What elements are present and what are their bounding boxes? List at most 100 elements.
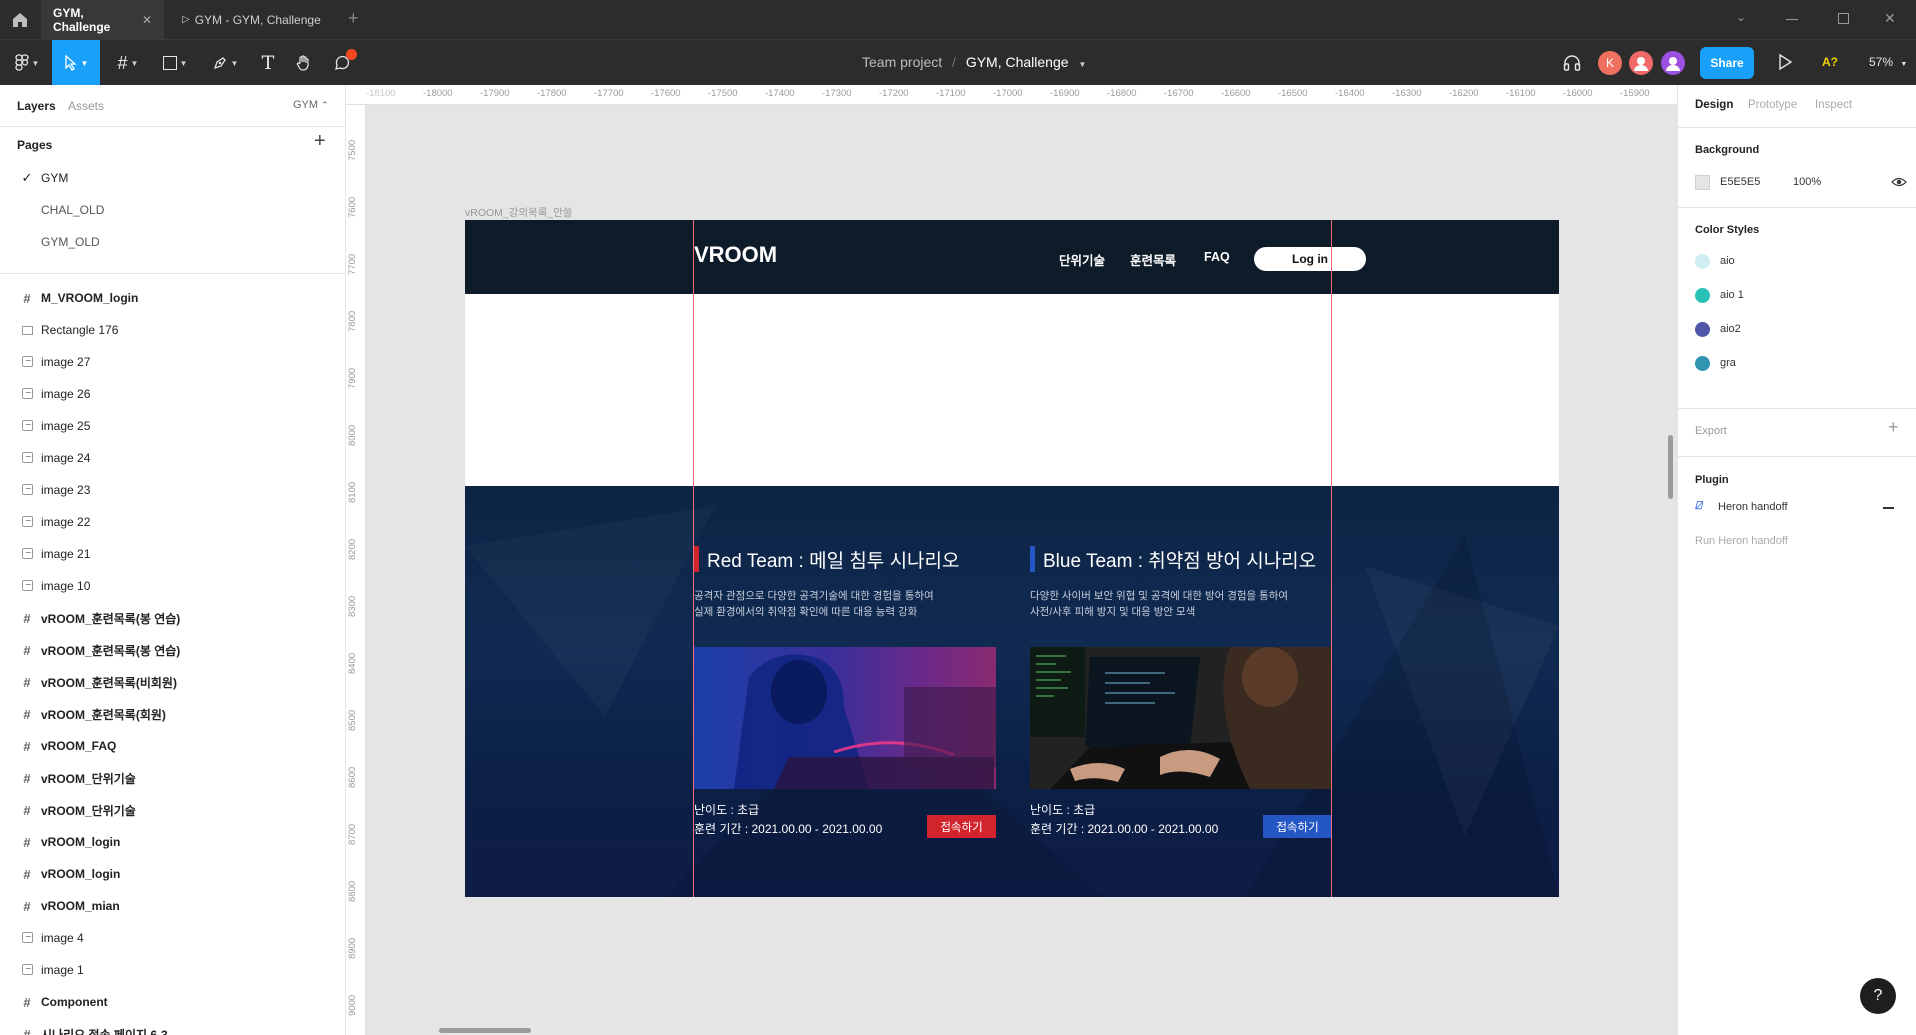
blue-join-button[interactable]: 접속하기 [1263, 815, 1332, 838]
hand-tool-button[interactable] [286, 40, 322, 86]
frame-label[interactable]: vROOM_강의목록_안쓸 [465, 205, 573, 220]
comment-tool-button[interactable] [324, 40, 360, 86]
vertical-scrollbar[interactable] [1668, 435, 1673, 499]
tab-design[interactable]: Design [1695, 99, 1733, 111]
user-icon [1634, 57, 1648, 71]
tab-prototype[interactable]: Prototype [1748, 99, 1797, 111]
add-export-plus-icon[interactable]: + [1888, 417, 1899, 438]
layer-item[interactable]: image 25 [0, 410, 345, 442]
tab-gym-challenge[interactable]: GYM, Challenge ✕ [41, 0, 164, 39]
page-item-gym-old[interactable]: GYM_OLD [0, 226, 345, 258]
layer-item[interactable]: # vROOM_훈련목록(봉 연습) [0, 634, 345, 666]
layer-item[interactable]: # Component [0, 986, 345, 1018]
horizontal-scrollbar[interactable] [439, 1028, 531, 1033]
accessibility-check-button[interactable]: A? [1822, 55, 1838, 69]
nav-faq[interactable]: FAQ [1204, 250, 1230, 264]
background-color-swatch[interactable] [1695, 175, 1710, 190]
color-style-label: aio2 [1720, 323, 1741, 335]
new-tab-plus-icon[interactable]: + [348, 8, 359, 29]
ruler-tick-label: -16600 [1221, 88, 1251, 99]
frame-tool-button[interactable]: # ▼ [108, 40, 148, 86]
layer-item[interactable]: # vROOM_훈련목록(회원) [0, 698, 345, 730]
layer-item[interactable]: # vROOM_mian [0, 890, 345, 922]
main-menu-button[interactable]: ▼ [6, 40, 48, 86]
layer-item[interactable]: image 23 [0, 474, 345, 506]
remove-plugin-minus-icon[interactable] [1883, 507, 1894, 509]
ruler-tick-label: -17900 [480, 88, 510, 99]
page-item-chal-old[interactable]: CHAL_OLD [0, 194, 345, 226]
ruler-tick-label: 8600 [347, 766, 358, 788]
window-close-icon[interactable]: ✕ [1884, 10, 1896, 27]
color-style-item[interactable]: aio [1695, 253, 1895, 271]
zoom-dropdown[interactable]: 57% ▼ [1869, 55, 1907, 69]
color-style-item[interactable]: gra [1695, 355, 1895, 373]
layer-item[interactable]: image 4 [0, 922, 345, 954]
page-dropdown[interactable]: GYM ⌃ [293, 99, 329, 111]
tab-prototype[interactable]: ▷ GYM - GYM, Challenge [170, 0, 333, 39]
avatar-k[interactable]: K [1598, 51, 1622, 75]
layer-item[interactable]: image 1 [0, 954, 345, 986]
pen-tool-button[interactable]: ▼ [205, 40, 245, 86]
home-icon[interactable] [10, 10, 30, 30]
tab-inspect[interactable]: Inspect [1815, 99, 1852, 111]
restore-icon[interactable] [1838, 13, 1849, 24]
plugin-row[interactable]: ⍁ Heron handoff [1695, 499, 1905, 517]
red-join-button[interactable]: 접속하기 [927, 815, 996, 838]
help-button[interactable]: ? [1860, 978, 1896, 1014]
frame-hash-icon: # [117, 52, 128, 73]
file-name[interactable]: GYM, Challenge [966, 54, 1069, 70]
layer-label: image 10 [41, 579, 91, 593]
background-hex-input[interactable]: E5E5E5 [1720, 176, 1760, 188]
layer-item[interactable]: # vROOM_훈련목록(봉 연습) [0, 602, 345, 634]
layer-item[interactable]: # 시나리오 접속 페이지 6-3 [0, 1018, 345, 1035]
background-opacity-input[interactable]: 100% [1793, 176, 1821, 188]
layer-item[interactable]: image 22 [0, 506, 345, 538]
chevron-down-icon[interactable]: ⌄ [1736, 10, 1746, 24]
color-style-item[interactable]: aio2 [1695, 321, 1895, 339]
image-icon [17, 451, 37, 466]
tab-assets[interactable]: Assets [68, 99, 104, 113]
shape-tool-button[interactable]: ▼ [155, 40, 195, 86]
layer-item[interactable]: # vROOM_훈련목록(비회원) [0, 666, 345, 698]
share-button[interactable]: Share [1700, 47, 1754, 79]
eye-icon[interactable] [1891, 175, 1907, 192]
audio-headphones-icon[interactable] [1562, 53, 1582, 76]
canvas[interactable]: -18100 -18000 -17900 -17800 -17700 -17600 -175… [346, 85, 1677, 1035]
layer-item[interactable]: # vROOM_login [0, 858, 345, 890]
layer-item[interactable]: image 10 [0, 570, 345, 602]
nav-training-list[interactable]: 훈련목록 [1130, 250, 1176, 269]
avatar[interactable] [1661, 51, 1685, 75]
layer-item[interactable]: Rectangle 176 [0, 314, 345, 346]
layer-item[interactable]: # M_VROOM_login [0, 282, 345, 314]
tab-layers[interactable]: Layers [17, 99, 56, 113]
layer-item[interactable]: # vROOM_FAQ [0, 730, 345, 762]
image-icon [17, 355, 37, 370]
layer-item[interactable]: image 21 [0, 538, 345, 570]
project-link[interactable]: Team project [862, 54, 942, 70]
close-icon[interactable]: ✕ [142, 13, 152, 27]
chevron-down-icon: ▼ [130, 58, 139, 68]
page-item-gym[interactable]: ✓ GYM [0, 162, 345, 194]
background-title: Background [1695, 144, 1760, 156]
design-frame[interactable]: VROOM 단위기술 훈련목록 FAQ Log in Red Team : 메일… [465, 220, 1559, 897]
layer-item[interactable]: # vROOM_login [0, 826, 345, 858]
layer-item[interactable]: image 24 [0, 442, 345, 474]
text-tool-button[interactable]: T [250, 40, 286, 86]
layer-label: Component [41, 995, 108, 1009]
move-tool-button[interactable]: ▼ [52, 40, 100, 86]
blue-team-image [1030, 647, 1332, 789]
layer-item[interactable]: # vROOM_단위기술 [0, 794, 345, 826]
blue-team-meta: 난이도 : 초급 훈련 기간 : 2021.00.00 - 2021.00.00 [1030, 801, 1218, 839]
minimize-icon[interactable] [1786, 19, 1798, 20]
nav-skills[interactable]: 단위기술 [1059, 250, 1105, 269]
layer-item[interactable]: image 27 [0, 346, 345, 378]
color-style-item[interactable]: aio 1 [1695, 287, 1895, 305]
chevron-down-icon[interactable]: ▼ [1078, 60, 1086, 69]
run-plugin-link[interactable]: Run Heron handoff [1695, 535, 1788, 547]
avatar[interactable] [1629, 51, 1653, 75]
add-page-plus-icon[interactable]: + [314, 130, 326, 153]
layer-item[interactable]: # vROOM_단위기술 [0, 762, 345, 794]
present-play-icon[interactable] [1777, 53, 1793, 74]
login-button[interactable]: Log in [1254, 247, 1366, 271]
layer-item[interactable]: image 26 [0, 378, 345, 410]
